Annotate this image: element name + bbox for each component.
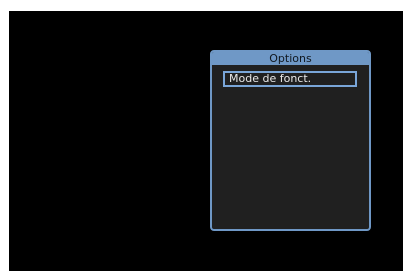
menu-item-mode-de-fonct[interactable]: Mode de fonct. — [223, 71, 357, 87]
tv-screen: Options Mode de fonct. — [9, 11, 403, 271]
options-menu-panel: Options Mode de fonct. — [210, 50, 371, 231]
options-menu-title: Options — [212, 52, 369, 65]
options-menu-list: Mode de fonct. — [212, 65, 369, 87]
